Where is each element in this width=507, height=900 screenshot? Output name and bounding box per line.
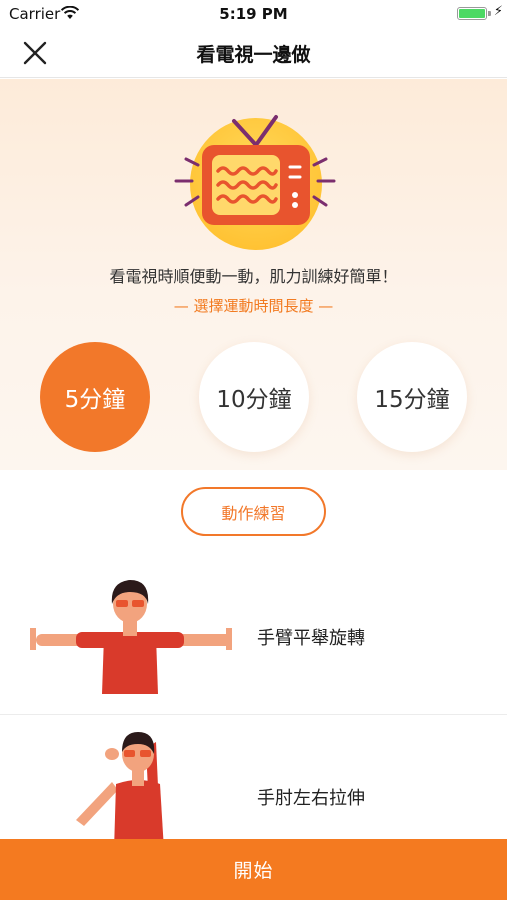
page-title: 看電視一邊做 <box>196 44 311 66</box>
start-button[interactable]: 開始 <box>0 839 507 900</box>
clock: 5:19 PM <box>219 5 288 23</box>
hero-section: 看電視時順便動一動，肌力訓練好簡單！ — 選擇運動時間長度 — 5分鐘 10分鐘… <box>0 79 507 470</box>
duration-prompt: — 選擇運動時間長度 — <box>173 297 334 315</box>
duration-option-15min[interactable]: 15分鐘 <box>357 342 467 452</box>
exercise-label: 手臂平舉旋轉 <box>257 628 365 649</box>
battery-icon <box>457 7 487 20</box>
duration-option-10min[interactable]: 10分鐘 <box>199 342 309 452</box>
exercise-list-item[interactable]: 手肘左右拉伸 <box>0 716 507 850</box>
navigation-bar: 看電視一邊做 <box>0 28 507 78</box>
hero-subtitle: 看電視時順便動一動，肌力訓練好簡單！ <box>109 267 398 286</box>
battery-tip <box>488 11 491 16</box>
status-bar: Carrier 5:19 PM ⚡ <box>0 0 507 28</box>
duration-option-5min[interactable]: 5分鐘 <box>40 342 150 452</box>
charging-bolt-icon: ⚡ <box>493 4 503 19</box>
practice-moves-button[interactable]: 動作練習 <box>181 487 326 536</box>
exercise-label: 手肘左右拉伸 <box>257 788 365 809</box>
elbow-stretch-figure <box>76 732 164 850</box>
tv-icon <box>174 115 336 250</box>
exercise-list-item[interactable]: 手臂平舉旋轉 <box>0 560 507 715</box>
arm-raise-rotation-figure <box>30 580 232 694</box>
